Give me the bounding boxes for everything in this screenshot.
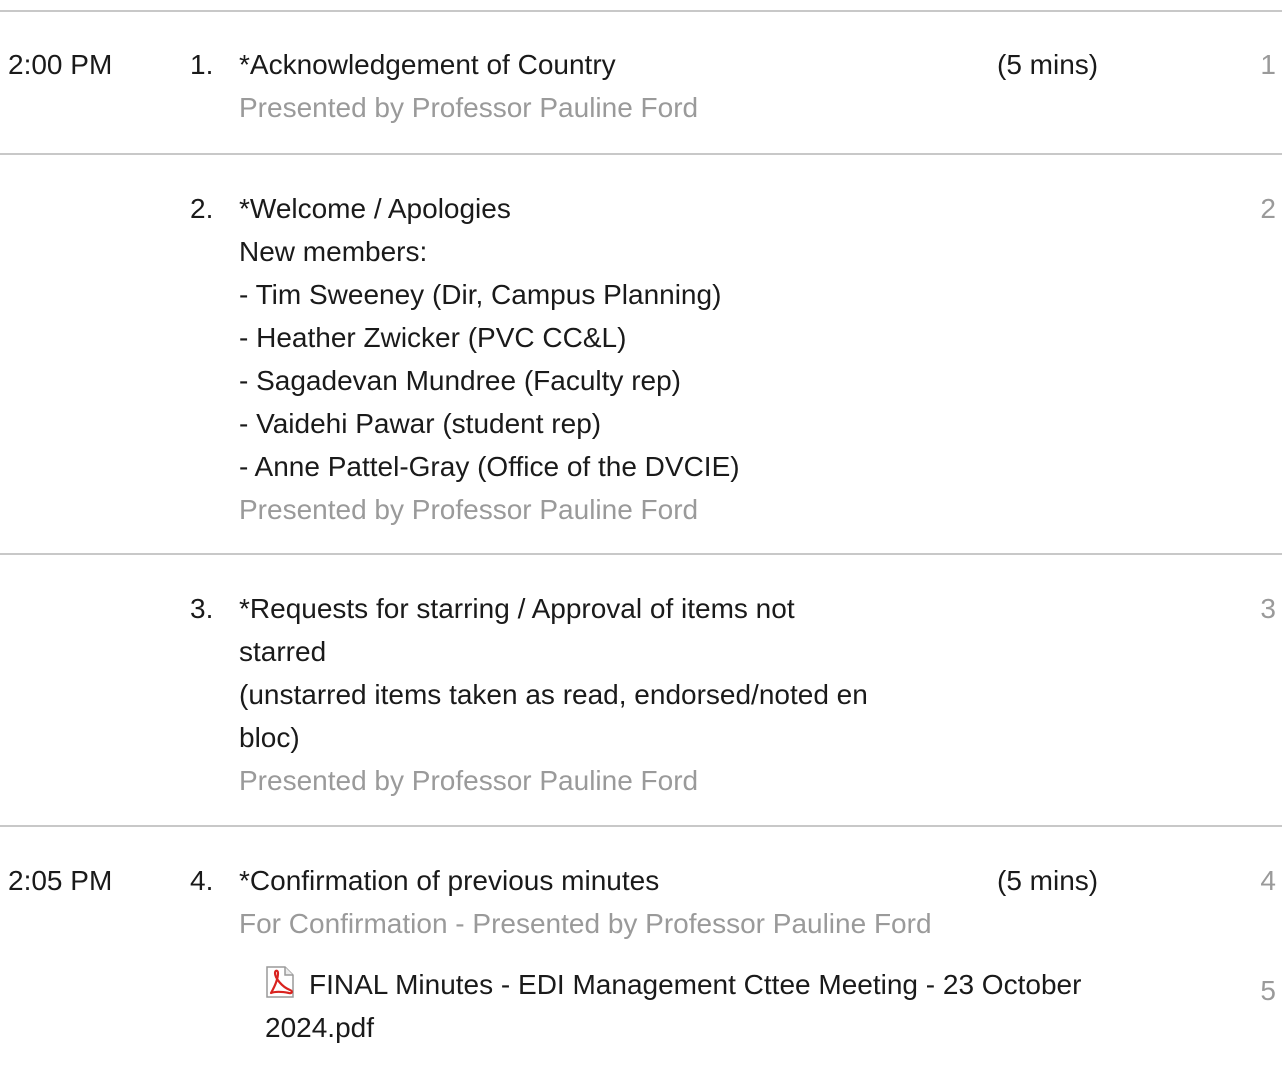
item-page-number[interactable]: 2 (1260, 187, 1276, 230)
item-presenter: Presented by Professor Pauline Ford (239, 92, 699, 123)
item-presenter: Presented by Professor Pauline Ford (239, 765, 699, 796)
item-number: 2. (190, 193, 214, 224)
item-content: *Requests for starring / Approval of ite… (239, 587, 979, 802)
item-title-line[interactable]: bloc) (239, 716, 979, 759)
attachment-link[interactable]: FINAL Minutes - EDI Management Cttee Mee… (265, 963, 1125, 1049)
item-body-line: - Vaidehi Pawar (student rep) (239, 408, 602, 439)
item-body-line: New members: (239, 236, 428, 267)
pdf-icon (265, 966, 295, 998)
attachment-page-number[interactable]: 5 (1260, 969, 1276, 1012)
item-page-number[interactable]: 1 (1260, 43, 1276, 86)
item-content: *Welcome / Apologies New members: - Tim … (239, 187, 740, 531)
agenda-list: 2:00 PM 1. *Acknowledgement of Country P… (0, 0, 1282, 1070)
divider (0, 553, 1282, 555)
item-title[interactable]: *Welcome / Apologies (239, 187, 740, 230)
item-body-line: - Heather Zwicker (PVC CC&L) (239, 322, 627, 353)
item-body-line: - Tim Sweeney (Dir, Campus Planning) (239, 279, 722, 310)
item-presenter: For Confirmation - Presented by Professo… (239, 908, 932, 939)
item-title-line[interactable]: *Requests for starring / Approval of ite… (239, 587, 979, 630)
item-title-line[interactable]: starred (239, 630, 979, 673)
item-page-number[interactable]: 3 (1260, 587, 1276, 630)
item-presenter: Presented by Professor Pauline Ford (239, 494, 699, 525)
item-title[interactable]: *Acknowledgement of Country (239, 43, 698, 86)
item-duration: (5 mins) (997, 49, 1099, 80)
item-page-number[interactable]: 4 (1260, 859, 1276, 902)
divider (0, 10, 1282, 12)
item-content: *Acknowledgement of Country Presented by… (239, 43, 698, 129)
attachment-filename[interactable]: FINAL Minutes - EDI Management Cttee Mee… (265, 969, 1081, 1043)
item-title-line[interactable]: (unstarred items taken as read, endorsed… (239, 673, 979, 716)
item-body-line: - Sagadevan Mundree (Faculty rep) (239, 365, 681, 396)
item-content: *Confirmation of previous minutes For Co… (239, 859, 932, 945)
item-time: 2:00 PM (8, 49, 113, 80)
divider (0, 825, 1282, 827)
divider (0, 153, 1282, 155)
item-number: 3. (190, 593, 214, 624)
item-number: 1. (190, 49, 214, 80)
item-body-line: - Anne Pattel-Gray (Office of the DVCIE) (239, 451, 740, 482)
item-duration: (5 mins) (997, 865, 1099, 896)
item-title[interactable]: *Confirmation of previous minutes (239, 859, 932, 902)
item-number: 4. (190, 865, 214, 896)
item-time: 2:05 PM (8, 865, 113, 896)
